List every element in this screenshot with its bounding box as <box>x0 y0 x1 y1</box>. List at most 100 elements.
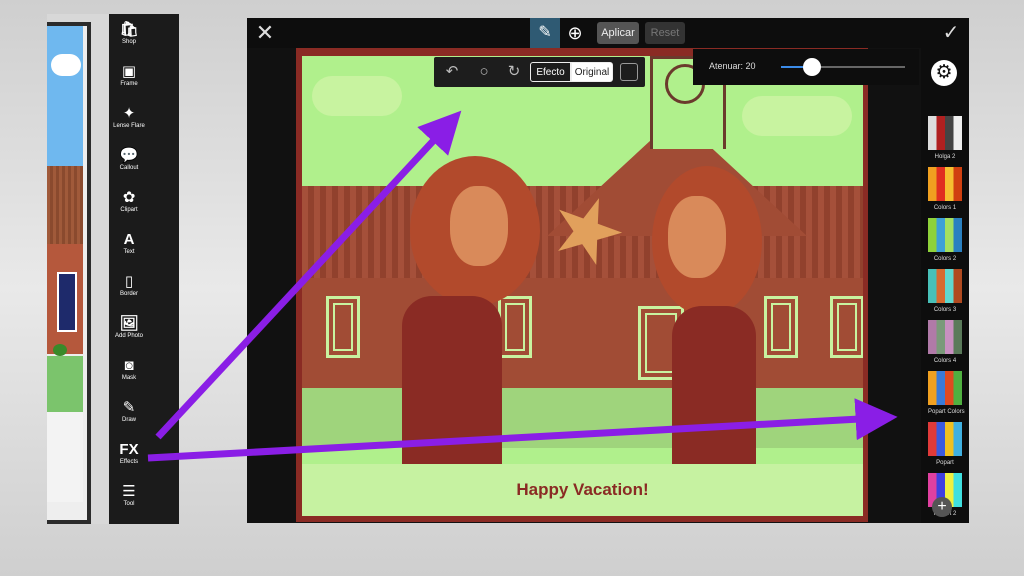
toolbar-label: Draw <box>121 417 136 423</box>
editor-top-bar: ✕ ✎ ⊕ Aplicar Reset ✓ <box>247 18 969 48</box>
effect-thumbnail <box>928 116 962 150</box>
draw-icon: ✎ <box>122 399 136 416</box>
apply-button[interactable]: Aplicar <box>597 22 639 44</box>
original-toggle[interactable]: Original <box>571 62 613 82</box>
building-window <box>498 296 532 358</box>
toolbar-item-add-photo[interactable]: 🖼 Add Photo <box>113 316 145 339</box>
photo-caption: Happy Vacation! <box>516 480 649 499</box>
photo-preview[interactable]: Happy Vacation! <box>296 48 868 522</box>
effect-item[interactable]: Colors 4 <box>928 320 962 364</box>
fade-slider-track[interactable] <box>781 58 905 76</box>
toolbar-label: Border <box>119 291 138 297</box>
toolbar-item-draw[interactable]: ✎ Draw <box>113 400 145 423</box>
undo-icon[interactable]: ↶ <box>442 62 462 82</box>
effect-thumbnail <box>928 422 962 456</box>
left-photo-roof <box>47 166 83 244</box>
effect-item[interactable]: Colors 2 <box>928 218 962 262</box>
tool-icon: ☰ <box>122 483 136 500</box>
left-toolbar: 🛍 Shop ▣ Frame ✦ Lense Flare 💬 Callout ✿… <box>113 14 145 524</box>
add-effect-button[interactable]: + <box>932 497 952 517</box>
toolbar-item-mask[interactable]: ◙ Mask <box>113 358 145 381</box>
left-photo-bush <box>53 344 67 356</box>
effect-subtoolbar: ↶ ○ ↻ Efecto Original <box>434 57 645 87</box>
eraser-square-icon[interactable] <box>620 63 638 81</box>
effect-thumbnail <box>928 218 962 252</box>
callout-icon: 💬 <box>119 147 139 164</box>
left-screenshot: 🛍 Shop ▣ Frame ✦ Lense Flare 💬 Callout ✿… <box>47 14 179 524</box>
text-icon: A <box>123 231 135 248</box>
effect-thumbnail <box>928 167 962 201</box>
border-icon: ▯ <box>124 273 134 290</box>
effect-label: Colors 1 <box>933 205 957 211</box>
figure-right-face <box>668 196 726 278</box>
fade-slider-panel: Atenuar: 20 <box>693 49 919 85</box>
left-photo-lawn <box>47 356 83 412</box>
fx-icon: FX <box>119 441 139 458</box>
left-photo-floor <box>47 412 83 502</box>
clipart-icon: ✿ <box>122 189 136 206</box>
toolbar-item-text[interactable]: A Text <box>113 232 145 255</box>
cloud <box>312 76 402 116</box>
effect-item[interactable]: Colors 1 <box>928 167 962 211</box>
toolbar-label: Lense Flare <box>113 123 145 129</box>
target-icon[interactable]: ⊕ <box>564 22 586 44</box>
left-photo-canvas <box>47 14 109 524</box>
effect-thumbnail <box>928 269 962 303</box>
toolbar-item-effects[interactable]: FX Effects <box>113 442 145 465</box>
effect-label: Colors 2 <box>933 256 957 262</box>
left-photo-window <box>57 272 77 332</box>
figure-left-face <box>450 186 508 266</box>
toolbar-label: Clipart <box>120 207 138 213</box>
toolbar-item-tool[interactable]: ☰ Tool <box>113 484 145 507</box>
effects-editor: ✕ ✎ ⊕ Aplicar Reset ✓ Happy Vacation! ↶ … <box>247 18 969 523</box>
gear-icon[interactable]: ⚙ <box>931 60 957 86</box>
effect-label: Colors 3 <box>933 307 957 313</box>
reset-button[interactable]: Reset <box>645 22 685 44</box>
effect-thumbnail <box>928 371 962 405</box>
sidewalk <box>302 388 863 448</box>
toolbar-item-clipart[interactable]: ✿ Clipart <box>113 190 145 213</box>
toolbar-item-frame[interactable]: ▣ Frame <box>113 64 145 87</box>
redo-icon[interactable]: ↻ <box>504 62 524 82</box>
toolbar-label: Callout <box>119 165 139 171</box>
toolbar-label: Mask <box>121 375 137 381</box>
mask-icon: ◙ <box>124 357 134 374</box>
effect-label: Popart Colors <box>928 409 965 415</box>
effect-toggle[interactable]: Efecto <box>530 62 571 82</box>
left-photo-sky <box>47 26 83 166</box>
brush-tool-button[interactable]: ✎ <box>530 18 560 48</box>
shop-icon: 🛍 <box>119 21 139 38</box>
effect-item[interactable]: Colors 3 <box>928 269 962 313</box>
close-icon[interactable]: ✕ <box>253 21 277 45</box>
effect-item[interactable]: Popart <box>928 422 962 466</box>
effect-item[interactable]: Popart Colors <box>928 371 965 415</box>
toolbar-label: Add Photo <box>114 333 144 339</box>
toolbar-label: Tool <box>123 501 135 507</box>
toolbar-label: Effects <box>119 459 139 465</box>
effect-label: Colors 4 <box>933 358 957 364</box>
toolbar-label: Frame <box>120 81 138 87</box>
circle-brush-icon[interactable]: ○ <box>474 62 494 82</box>
add-photo-icon: 🖼 <box>119 315 139 332</box>
fade-label: Atenuar: 20 <box>709 61 756 71</box>
building-window <box>830 296 863 358</box>
effect-label: Popart <box>936 460 954 466</box>
building-window <box>326 296 360 358</box>
fade-slider-knob[interactable] <box>803 58 821 76</box>
lens-flare-icon: ✦ <box>122 105 136 122</box>
toolbar-label: Text <box>123 249 135 255</box>
effect-thumbnail <box>928 320 962 354</box>
toolbar-item-callout[interactable]: 💬 Callout <box>113 148 145 171</box>
toolbar-item-border[interactable]: ▯ Border <box>113 274 145 297</box>
effect-item[interactable]: Holga 2 <box>928 116 962 160</box>
left-photo-cloud <box>51 54 81 76</box>
toolbar-label: Shop <box>121 39 136 45</box>
toolbar-item-shop[interactable]: 🛍 Shop <box>113 22 145 45</box>
toolbar-item-lense-flare[interactable]: ✦ Lense Flare <box>113 106 145 129</box>
building-window <box>764 296 798 358</box>
done-check-icon[interactable]: ✓ <box>939 21 963 45</box>
frame-icon: ▣ <box>121 63 137 80</box>
effect-label: Holga 2 <box>934 154 956 160</box>
photo-image: Happy Vacation! <box>302 56 863 516</box>
effects-strip: ⚙ Holga 2 Colors 1 Colors 2 Colors 3 Colors … <box>921 48 969 523</box>
